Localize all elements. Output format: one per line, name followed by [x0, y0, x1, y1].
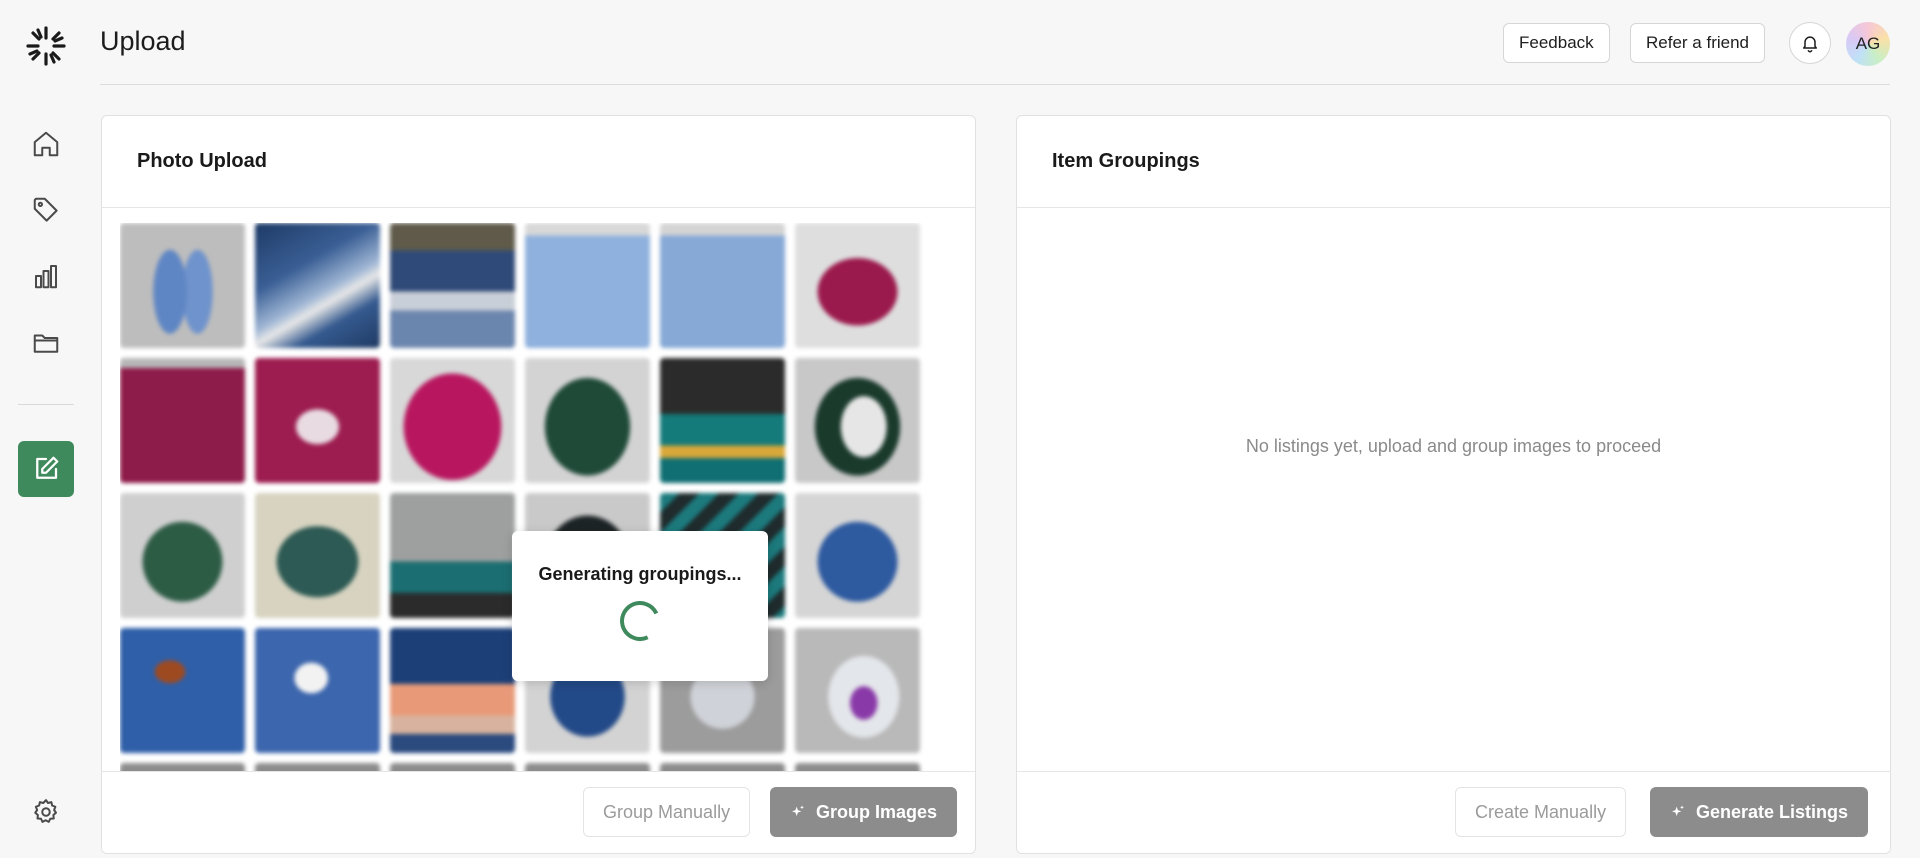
- photo-thumbnail[interactable]: [390, 358, 515, 483]
- nav-home[interactable]: [18, 116, 74, 172]
- loading-text: Generating groupings...: [538, 564, 742, 584]
- nav-upload[interactable]: [18, 441, 74, 497]
- loading-dialog: Generating groupings...: [512, 531, 768, 681]
- item-groupings-title: Item Groupings: [1017, 116, 1890, 208]
- nav-files[interactable]: [18, 315, 74, 371]
- photo-upload-footer: Group Manually Group Images: [102, 771, 975, 853]
- photo-thumbnail[interactable]: [525, 223, 650, 348]
- photo-upload-panel: Photo Upload Generating groupings... Gro…: [101, 115, 976, 854]
- sidebar: [0, 0, 92, 858]
- photo-thumbnail[interactable]: [390, 628, 515, 753]
- photo-thumbnail[interactable]: [390, 493, 515, 618]
- bar-chart-icon: [35, 265, 57, 289]
- header-divider: [100, 84, 1890, 85]
- sidebar-divider: [18, 404, 74, 405]
- empty-state-message: No listings yet, upload and group images…: [1245, 436, 1662, 456]
- feedback-button[interactable]: Feedback: [1503, 23, 1610, 63]
- photo-thumbnail[interactable]: [255, 223, 380, 348]
- photo-thumbnail[interactable]: [120, 223, 245, 348]
- photo-thumbnail[interactable]: [795, 223, 920, 348]
- photo-thumbnail[interactable]: [660, 223, 785, 348]
- app-logo-icon[interactable]: [24, 24, 68, 68]
- create-manually-button[interactable]: Create Manually: [1455, 787, 1627, 837]
- photo-thumbnail[interactable]: [795, 358, 920, 483]
- photo-thumbnail[interactable]: [120, 628, 245, 753]
- sparkle-icon: [1672, 805, 1684, 816]
- nav-listings[interactable]: [18, 182, 74, 238]
- photo-thumbnail[interactable]: [120, 493, 245, 618]
- generate-listings-button[interactable]: Generate Listings: [1650, 787, 1869, 837]
- sparkle-icon: [792, 805, 804, 816]
- home-icon: [33, 131, 59, 157]
- photo-thumbnail[interactable]: [390, 223, 515, 348]
- loading-spinner-icon: [614, 595, 666, 647]
- photo-upload-title: Photo Upload: [102, 116, 975, 208]
- photo-thumbnail[interactable]: [255, 358, 380, 483]
- nav-settings[interactable]: [18, 784, 74, 840]
- photo-thumbnail[interactable]: [795, 628, 920, 753]
- refer-a-friend-button[interactable]: Refer a friend: [1630, 23, 1765, 63]
- avatar[interactable]: AG: [1846, 22, 1890, 66]
- notifications-button[interactable]: [1789, 22, 1831, 64]
- edit-icon: [36, 456, 59, 479]
- group-manually-button[interactable]: Group Manually: [583, 787, 751, 837]
- folder-icon: [33, 334, 59, 353]
- generate-listings-label: Generate Listings: [1696, 801, 1849, 822]
- photo-thumbnail[interactable]: [660, 358, 785, 483]
- photo-thumbnail[interactable]: [795, 493, 920, 618]
- item-groupings-footer: Create Manually Generate Listings: [1017, 771, 1890, 853]
- photo-grid: [120, 223, 940, 778]
- photo-thumbnail[interactable]: [525, 358, 650, 483]
- tag-icon: [33, 197, 58, 222]
- photo-thumbnail[interactable]: [120, 358, 245, 483]
- item-groupings-panel: Item Groupings No listings yet, upload a…: [1016, 115, 1891, 854]
- nav-analytics[interactable]: [18, 248, 74, 304]
- group-images-button[interactable]: Group Images: [770, 787, 958, 837]
- photo-thumbnail[interactable]: [255, 493, 380, 618]
- photo-thumbnail[interactable]: [255, 628, 380, 753]
- group-images-label: Group Images: [816, 801, 938, 822]
- gear-icon: [34, 799, 57, 823]
- bell-icon: [1803, 36, 1817, 53]
- page-title: Upload: [100, 26, 186, 56]
